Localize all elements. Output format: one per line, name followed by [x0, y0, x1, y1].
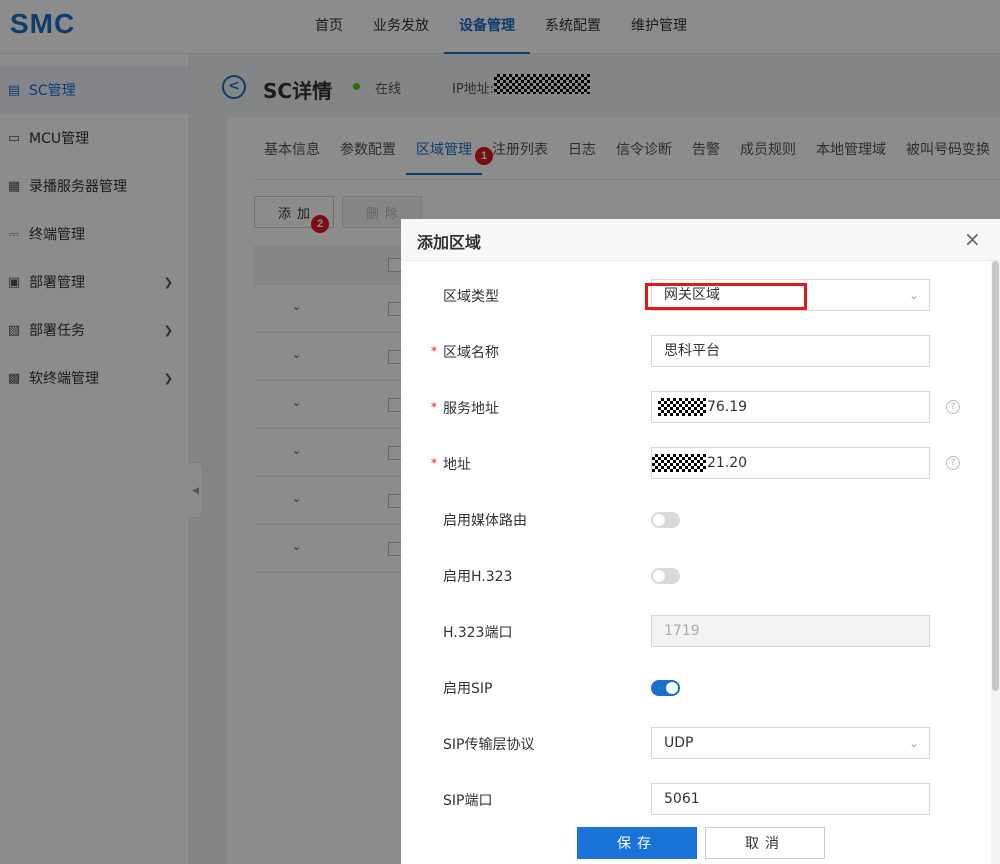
close-icon[interactable]: × — [964, 227, 981, 251]
service-address-input[interactable]: 76.19 — [651, 391, 930, 423]
help-icon[interactable]: ? — [946, 456, 960, 470]
dialog-header: 添加区域 × — [401, 219, 1000, 261]
required-mark: * — [431, 344, 437, 358]
highlight-box — [645, 283, 807, 310]
redacted-ip — [658, 398, 706, 416]
media-route-toggle[interactable] — [651, 512, 680, 528]
service-address-label: 服务地址 — [443, 401, 499, 417]
address-label: 地址 — [443, 457, 471, 473]
required-mark: * — [431, 400, 437, 414]
required-mark: * — [431, 456, 437, 470]
service-address-value: 76.19 — [707, 399, 748, 415]
toggle-knob — [653, 514, 665, 526]
sip-transport-value: UDP — [664, 735, 694, 751]
address-value: 21.20 — [707, 455, 748, 471]
h323-label: 启用H.323 — [443, 569, 513, 585]
zone-name-label: 区域名称 — [443, 345, 499, 361]
dialog-scrollbar[interactable] — [991, 261, 1000, 864]
sip-port-input[interactable]: 5061 — [651, 783, 930, 815]
save-button[interactable]: 保存 — [577, 827, 697, 859]
zone-type-label: 区域类型 — [443, 289, 499, 305]
cancel-button[interactable]: 取消 — [705, 827, 825, 859]
media-route-label: 启用媒体路由 — [443, 513, 527, 529]
dialog-title: 添加区域 — [417, 233, 482, 252]
chevron-down-icon: ⌄ — [908, 736, 919, 750]
help-icon[interactable]: ? — [946, 400, 960, 414]
toggle-knob — [653, 570, 665, 582]
address-input[interactable]: 21.20 — [651, 447, 930, 479]
chevron-down-icon: ⌄ — [908, 288, 919, 302]
h323-port-input: 1719 — [651, 615, 930, 647]
sip-port-label: SIP端口 — [443, 793, 493, 809]
redacted-ip — [652, 454, 706, 472]
add-zone-dialog: 添加区域 × 区域类型 网关区域 ⌄ * 区域名称 思科平台 * 服务地址 76… — [401, 219, 1000, 864]
h323-toggle[interactable] — [651, 568, 680, 584]
h323-port-label: H.323端口 — [443, 625, 513, 641]
sip-toggle[interactable] — [651, 680, 680, 696]
zone-name-input[interactable]: 思科平台 — [651, 335, 930, 367]
sip-transport-select[interactable]: UDP ⌄ — [651, 727, 930, 759]
sip-label: 启用SIP — [443, 681, 493, 697]
scrollbar-thumb[interactable] — [992, 261, 999, 691]
toggle-knob — [666, 682, 678, 694]
sip-transport-label: SIP传输层协议 — [443, 737, 535, 753]
